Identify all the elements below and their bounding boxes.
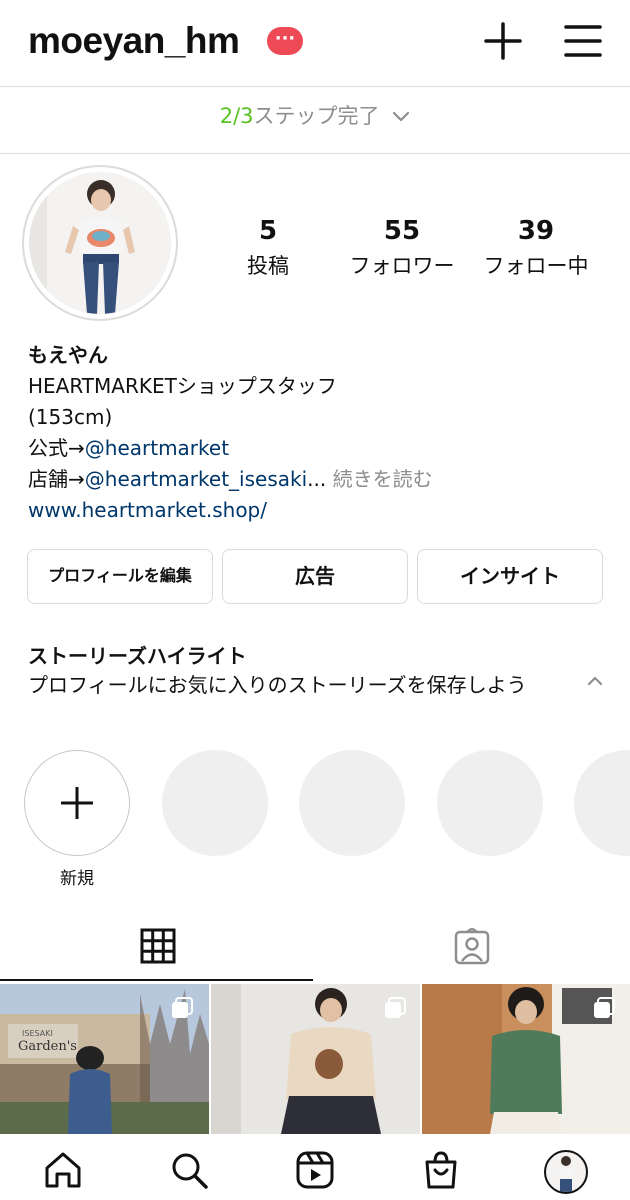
display-name: もえやん — [28, 343, 108, 367]
bio-line: HEARTMARKETショップスタッフ — [28, 374, 337, 398]
steps-progress[interactable]: 2/3ステップ完了 — [0, 100, 630, 130]
reels-icon[interactable] — [295, 1150, 335, 1190]
highlights-description: プロフィールにお気に入りのストーリーズを保存しよう — [28, 673, 527, 697]
bio-prefix: 店舗→ — [28, 467, 85, 491]
following-count[interactable]: 39 — [456, 216, 616, 246]
search-icon[interactable] — [169, 1150, 209, 1190]
new-highlight-button[interactable] — [24, 750, 130, 856]
shop-icon[interactable] — [421, 1150, 461, 1190]
ads-button[interactable]: 広告 — [222, 549, 408, 604]
divider — [0, 86, 630, 87]
profile-avatar[interactable] — [29, 172, 171, 314]
bio-line: (153cm) — [28, 405, 113, 429]
profile-avatar-tab[interactable] — [544, 1150, 588, 1194]
post-thumbnail[interactable]: ISESAKI Garden's — [0, 984, 209, 1134]
bio-line-store: 店舗→@heartmarket_isesaki... 続きを読む — [28, 464, 433, 495]
post-thumbnail[interactable] — [211, 984, 420, 1134]
steps-count: 2/3 — [219, 104, 254, 128]
plus-icon — [61, 787, 93, 819]
mention-link-isesaki[interactable]: @heartmarket_isesaki — [85, 467, 307, 491]
post-thumbnail[interactable] — [422, 984, 630, 1134]
read-more-link[interactable]: 続きを読む — [333, 467, 433, 491]
highlight-placeholder — [437, 750, 543, 856]
divider — [0, 153, 630, 154]
chevron-up-icon[interactable] — [584, 672, 606, 690]
website-link[interactable]: www.heartmarket.shop/ — [28, 495, 267, 526]
insights-button[interactable]: インサイト — [417, 549, 603, 604]
edit-profile-button[interactable]: プロフィールを編集 — [27, 549, 213, 604]
steps-label: ステップ完了 — [253, 104, 380, 128]
highlight-placeholder — [574, 750, 630, 856]
home-icon[interactable] — [43, 1150, 83, 1190]
new-highlight-label: 新規 — [60, 869, 94, 889]
username-title[interactable]: moeyan_hm — [28, 20, 240, 62]
bottom-navigation — [0, 1134, 630, 1200]
sign-small-text: ISESAKI — [22, 1029, 53, 1038]
bio-prefix: 公式→ — [28, 436, 85, 460]
active-tab-indicator — [0, 979, 313, 981]
multi-post-icon — [172, 997, 193, 1018]
bio-line-official: 公式→@heartmarket — [28, 433, 229, 464]
avatar-person-illustration — [29, 172, 171, 314]
highlight-placeholder — [299, 750, 405, 856]
avatar-mini-illustration — [558, 1156, 574, 1192]
following-label[interactable]: フォロー中 — [456, 250, 616, 280]
multi-post-icon — [594, 997, 615, 1018]
bio-ellipsis: ... — [307, 467, 327, 491]
plus-icon[interactable] — [484, 22, 522, 60]
sign-text: Garden's — [18, 1039, 77, 1054]
multi-post-icon — [385, 997, 406, 1018]
highlight-placeholder — [162, 750, 268, 856]
tagged-person-icon[interactable] — [453, 928, 491, 966]
grid-icon[interactable] — [140, 928, 176, 964]
notification-badge[interactable]: ··· — [267, 27, 303, 55]
hamburger-menu-icon[interactable] — [564, 24, 602, 58]
highlights-title: ストーリーズハイライト — [28, 644, 247, 668]
mention-link-heartmarket[interactable]: @heartmarket — [85, 436, 229, 460]
chevron-down-icon — [393, 111, 410, 122]
